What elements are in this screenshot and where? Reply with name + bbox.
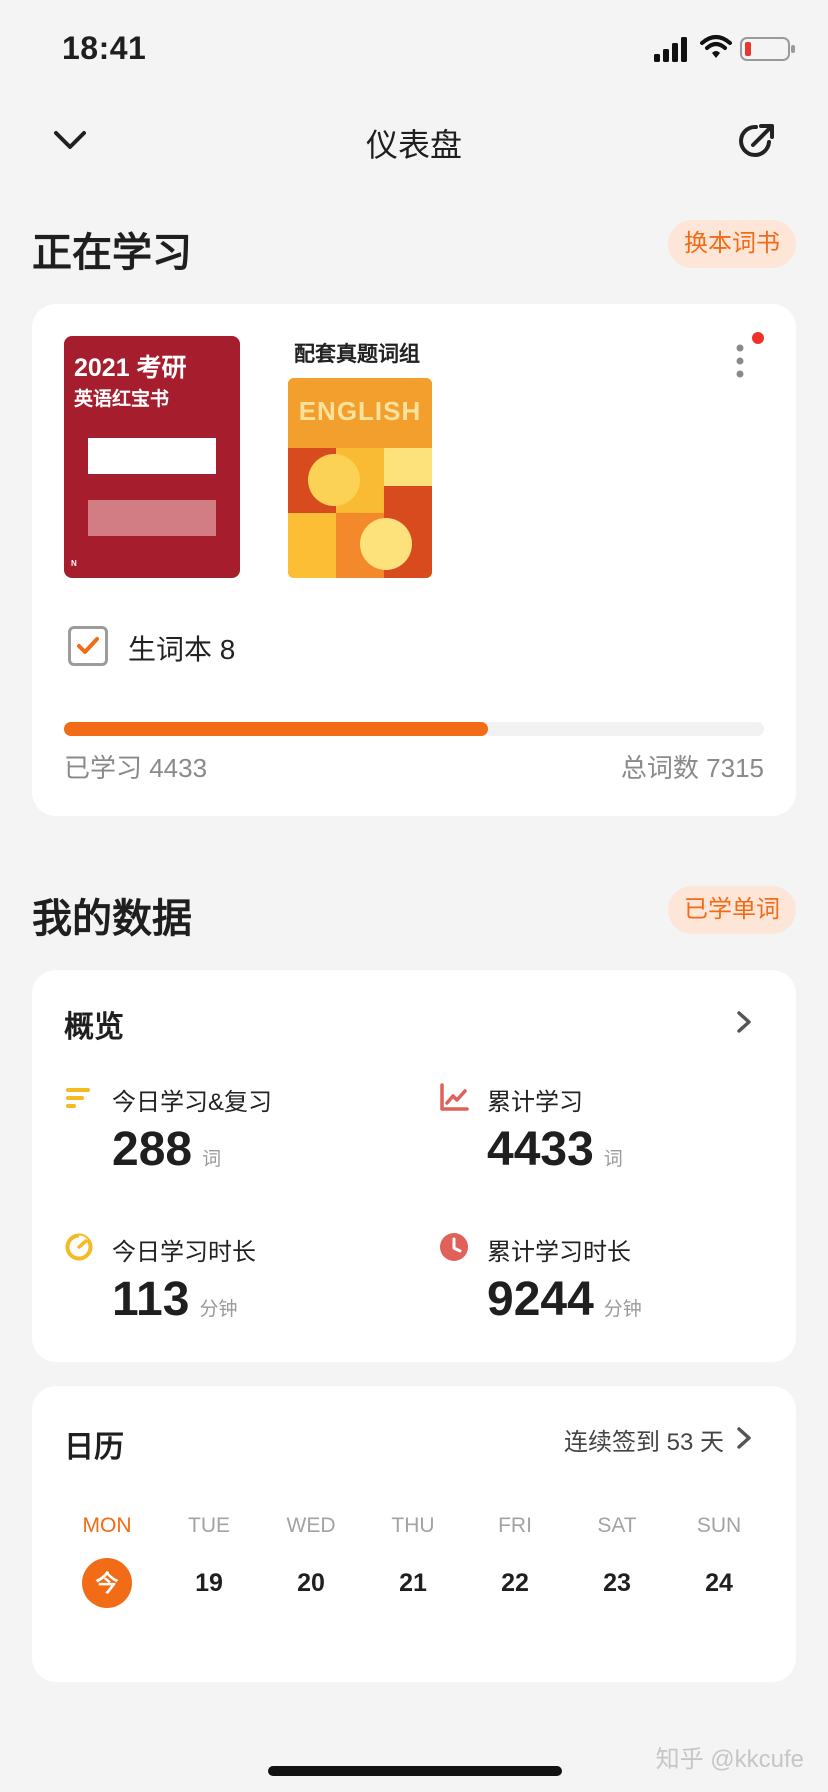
book-cover-decoration: [88, 500, 216, 536]
stat-unit: 词: [603, 1149, 623, 1170]
bars-icon: [66, 1088, 90, 1108]
home-indicator[interactable]: [268, 1766, 562, 1776]
notification-dot: [752, 332, 764, 344]
learned-count: 已学习 4433: [64, 753, 208, 783]
stat-label: 今日学习时长: [112, 1239, 256, 1266]
signal-icon: [654, 37, 687, 62]
learning-section-header: 正在学习 换本词书: [0, 214, 828, 275]
book-cover[interactable]: 2021 考研 英语红宝书 N: [64, 336, 240, 578]
companion-set-label: 配套真题词组: [294, 343, 420, 366]
calendar-day[interactable]: 20: [266, 1558, 356, 1608]
my-data-section-header: 我的数据 已学单词: [0, 880, 828, 941]
stat-total-study: 累计学习 4433 词: [439, 1082, 769, 1222]
calendar-day[interactable]: 23: [572, 1558, 662, 1608]
stat-value: 4433 词: [487, 1123, 623, 1176]
battery-low-icon: [740, 37, 795, 61]
weekday-label: FRI: [498, 1514, 532, 1537]
stat-value: 288 词: [112, 1123, 222, 1176]
total-count: 总词数 7315: [620, 753, 764, 783]
more-options-icon[interactable]: [726, 342, 754, 382]
stat-label: 累计学习: [487, 1089, 583, 1116]
weekday-label: TUE: [188, 1514, 230, 1537]
weekday-label: WED: [286, 1514, 336, 1537]
chevron-right-icon[interactable]: [732, 1424, 756, 1452]
learning-progress-bar: [64, 722, 764, 736]
book-publisher-mark: N: [71, 559, 77, 568]
book-card: 2021 考研 英语红宝书 N 配套真题词组 ENGLISH 生词本 8 已学习…: [32, 304, 796, 816]
calendar-day[interactable]: 22: [470, 1558, 560, 1608]
stat-label: 累计学习时长: [487, 1239, 631, 1266]
watermark: 知乎 @kkcufe: [655, 1746, 804, 1773]
my-data-section-title: 我的数据: [32, 897, 192, 941]
book-cover-title: 2021 考研: [74, 354, 187, 382]
learning-section-title: 正在学习: [32, 231, 192, 275]
vocab-book-checkbox[interactable]: [68, 626, 108, 666]
chevron-right-icon[interactable]: [732, 1008, 756, 1036]
page-title: 仪表盘: [365, 127, 462, 163]
book-cover-decoration: [88, 438, 216, 474]
checkmark-icon: [77, 637, 99, 654]
timer-icon: [65, 1233, 93, 1261]
calendar-day[interactable]: 24: [674, 1558, 764, 1608]
status-bar: 18:41: [0, 0, 828, 100]
stat-unit: 分钟: [199, 1299, 238, 1320]
companion-cover-text: ENGLISH: [298, 396, 422, 426]
companion-cover[interactable]: ENGLISH: [288, 378, 432, 578]
stat-unit: 分钟: [603, 1299, 642, 1320]
checkin-streak[interactable]: 连续签到 53 天: [564, 1422, 724, 1457]
stat-value: 113 分钟: [112, 1273, 238, 1326]
calendar-day[interactable]: 21: [368, 1558, 458, 1608]
status-time: 18:41: [62, 30, 147, 66]
book-cover-subtitle: 英语红宝书: [74, 389, 170, 410]
stat-unit: 词: [202, 1149, 222, 1170]
stat-value: 9244 分钟: [487, 1273, 642, 1326]
calendar-card[interactable]: 日历 连续签到 53 天 MON TUE WED THU FRI SAT SUN…: [32, 1386, 796, 1682]
stat-today-study: 今日学习&复习 288 词: [64, 1082, 394, 1222]
calendar-day-today[interactable]: 今: [62, 1558, 152, 1608]
calendar-title: 日历: [64, 1431, 124, 1464]
nav-bar: 仪表盘: [0, 100, 828, 180]
learned-words-button[interactable]: 已学单词: [668, 886, 796, 934]
weekday-label: MON: [82, 1514, 132, 1537]
line-chart-icon: [440, 1083, 469, 1111]
learning-progress-fill: [64, 722, 489, 736]
calendar-day[interactable]: 19: [164, 1558, 254, 1608]
stat-total-duration: 累计学习时长 9244 分钟: [439, 1232, 769, 1372]
share-arrow-icon[interactable]: [736, 118, 780, 162]
weekday-label: SUN: [696, 1514, 742, 1537]
weekday-label: THU: [391, 1514, 435, 1537]
weekday-label: SAT: [597, 1514, 637, 1537]
change-book-button[interactable]: 换本词书: [668, 220, 796, 268]
vocab-book-label: 生词本 8: [128, 634, 236, 665]
today-marker: 今: [82, 1558, 132, 1608]
clock-icon: [440, 1233, 468, 1261]
wifi-icon: [700, 35, 732, 58]
stat-today-duration: 今日学习时长 113 分钟: [64, 1232, 394, 1372]
overview-card[interactable]: 概览 今日学习&复习 288 词 累计学习 4433 词 今日学习时长 113 分钟: [32, 970, 796, 1362]
overview-title: 概览: [64, 1011, 124, 1044]
stat-label: 今日学习&复习: [112, 1089, 273, 1116]
